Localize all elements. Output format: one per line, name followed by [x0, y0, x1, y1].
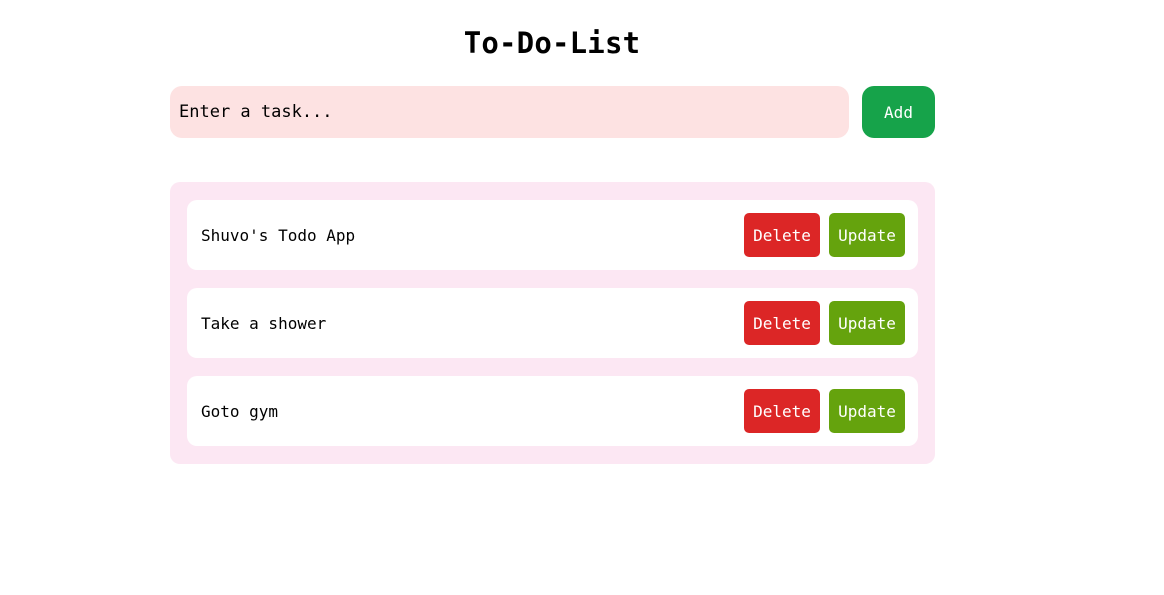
delete-button[interactable]: Delete [744, 389, 820, 433]
todo-item: Goto gym Delete Update [187, 376, 918, 446]
add-button[interactable]: Add [862, 86, 935, 138]
delete-button[interactable]: Delete [744, 301, 820, 345]
todo-text: Goto gym [201, 401, 279, 421]
delete-button[interactable]: Delete [744, 213, 820, 257]
todo-item: Shuvo's Todo App Delete Update [187, 200, 918, 270]
todo-page: To-Do-List Add Shuvo's Todo App Delete U… [0, 0, 1164, 595]
update-button[interactable]: Update [829, 389, 905, 433]
todo-list: Shuvo's Todo App Delete Update Take a sh… [170, 182, 935, 464]
task-input[interactable] [170, 86, 849, 138]
page-title: To-Do-List [463, 26, 641, 60]
todo-text: Take a shower [201, 313, 327, 333]
todo-item: Take a shower Delete Update [187, 288, 918, 358]
update-button[interactable]: Update [829, 213, 905, 257]
todo-text: Shuvo's Todo App [201, 225, 356, 245]
update-button[interactable]: Update [829, 301, 905, 345]
